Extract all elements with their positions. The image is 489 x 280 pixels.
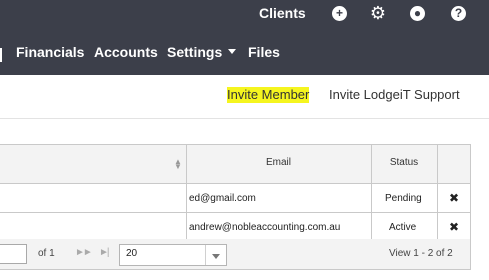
- table-row[interactable]: ed@gmail.com Pending ✖: [0, 184, 470, 213]
- nav-item-settings[interactable]: Settings: [167, 44, 237, 60]
- nav-item-accounts[interactable]: Accounts: [94, 44, 158, 60]
- column-divider: [371, 145, 372, 242]
- gear-icon[interactable]: ⚙: [369, 4, 387, 22]
- member-email: ed@gmail.com: [189, 193, 256, 204]
- page-number-input[interactable]: [0, 244, 27, 264]
- member-email: andrew@nobleaccounting.com.au: [189, 222, 341, 233]
- rows-per-page-select[interactable]: 20: [119, 244, 227, 266]
- last-page-icon[interactable]: ►|: [99, 247, 109, 258]
- chevron-down-icon: [228, 48, 237, 54]
- chevron-down-icon[interactable]: [205, 245, 226, 265]
- page-count-text: of 1: [38, 248, 55, 259]
- next-page-icon[interactable]: ►►: [75, 247, 93, 258]
- member-status: Pending: [385, 193, 422, 204]
- sort-icon[interactable]: ▲ ▼: [174, 158, 182, 171]
- delete-icon[interactable]: ✖: [449, 191, 459, 205]
- view-info-text: View 1 - 2 of 2: [389, 248, 453, 259]
- nav-item-financials[interactable]: Financials: [16, 44, 84, 60]
- delete-icon[interactable]: ✖: [449, 220, 459, 234]
- plus-circle-icon[interactable]: +: [332, 6, 347, 21]
- clients-link[interactable]: Clients: [259, 5, 306, 21]
- user-circle-icon[interactable]: ●: [410, 6, 425, 21]
- invite-member-link[interactable]: Invite Member: [227, 87, 310, 103]
- pager-bar: of 1 ►► ►| 20 View 1 - 2 of 2: [0, 239, 470, 269]
- help-circle-icon[interactable]: ?: [451, 6, 466, 21]
- members-table: ▲ ▼ Email Status ed@gmail.com Pending ✖ a…: [0, 144, 471, 270]
- table-header: ▲ ▼ Email Status: [0, 145, 470, 184]
- column-divider: [437, 145, 438, 242]
- rows-per-page-value: 20: [126, 248, 138, 259]
- top-navigation-bar: Clients + ⚙ ● ? Financials Accounts Sett…: [0, 0, 489, 75]
- column-header-email[interactable]: Email: [186, 157, 371, 168]
- nav-item-files[interactable]: Files: [248, 44, 280, 60]
- invite-support-link[interactable]: Invite LodgeiT Support: [329, 87, 460, 103]
- member-actions-bar: Invite Member Invite LodgeiT Support: [0, 75, 489, 119]
- nav-item-settings-label: Settings: [167, 44, 223, 60]
- main-nav: Financials Accounts Settings Files: [0, 44, 489, 66]
- column-header-status[interactable]: Status: [371, 157, 437, 168]
- member-status: Active: [389, 222, 417, 233]
- column-divider: [186, 145, 187, 242]
- table-row[interactable]: andrew@nobleaccounting.com.au Active ✖: [0, 213, 470, 242]
